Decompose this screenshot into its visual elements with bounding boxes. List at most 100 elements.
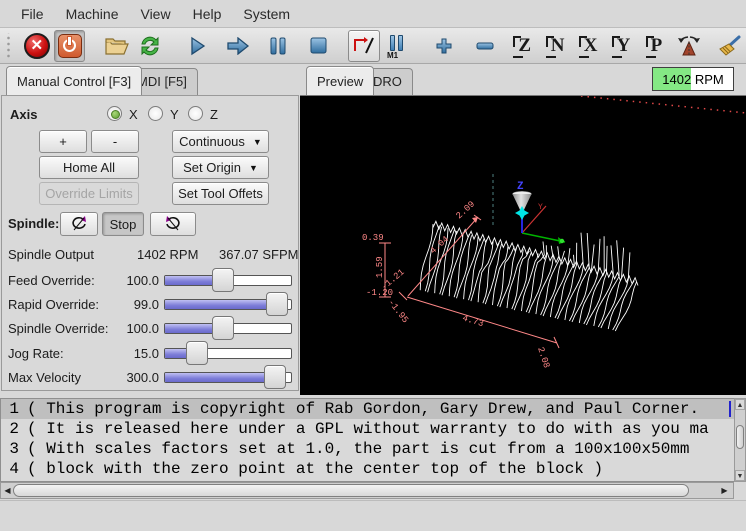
axis-label: Axis <box>10 107 37 122</box>
view-side-button[interactable]: X <box>575 30 606 62</box>
spindle-stop-button[interactable]: Stop <box>102 212 144 236</box>
jog-rate-slider[interactable] <box>164 341 292 365</box>
toolpath-pass <box>497 247 514 307</box>
manual-control-panel: Axis X Y Z + - Continuous▼ Home All Set … <box>1 95 299 391</box>
line-number: 2 <box>1 419 19 439</box>
gcode-line[interactable]: 3( With scales factors set at 1.0, the p… <box>1 439 734 459</box>
power-icon <box>58 34 82 58</box>
text-caret <box>729 401 731 417</box>
tab-manual-control[interactable]: Manual Control [F3] <box>6 66 142 95</box>
spindle-override-label: Spindle Override: <box>8 321 108 336</box>
open-file-button[interactable] <box>102 30 133 62</box>
menu-help[interactable]: Help <box>182 2 233 26</box>
menu-system[interactable]: System <box>232 2 301 26</box>
scroll-right-arrow-icon[interactable]: ▶ <box>718 484 731 497</box>
menu-file[interactable]: File <box>10 2 55 26</box>
left-tabstrip: Manual Control [F3] MDI [F5] <box>0 64 300 95</box>
rotate-view-icon <box>676 34 702 58</box>
zoom-in-button[interactable] <box>429 30 460 62</box>
estop-icon: ✕ <box>24 33 50 59</box>
run-button[interactable] <box>182 30 213 62</box>
line-number: 4 <box>1 459 19 479</box>
toolpath-pass <box>478 241 493 302</box>
gcode-line[interactable]: 1( This program is copyright of Rab Gord… <box>1 399 734 419</box>
status-bar <box>0 500 746 531</box>
view-perspective-button[interactable]: P <box>641 30 672 62</box>
rpm-meter-text: 1402 RPM <box>653 68 733 90</box>
slider-handle[interactable] <box>212 268 234 292</box>
feed-override-value: 100.0 <box>117 273 159 288</box>
view-rotated-top-button[interactable]: N <box>542 30 573 62</box>
chevron-down-icon: ▼ <box>249 163 258 173</box>
optional-stop-m1-button[interactable]: M1 <box>382 30 413 62</box>
set-origin-dropdown[interactable]: Set Origin▼ <box>172 156 269 179</box>
view-top-button[interactable]: Z <box>509 30 540 62</box>
machine-power-button[interactable] <box>54 30 85 62</box>
view-front-icon: Y <box>614 35 634 57</box>
spindle-cw-button[interactable] <box>150 212 196 236</box>
slider-handle[interactable] <box>186 341 208 365</box>
jog-plus-button[interactable]: + <box>39 130 87 153</box>
toolpath-pass <box>457 235 472 298</box>
skip-lines-toggle-button[interactable] <box>348 30 379 62</box>
clear-plot-button[interactable] <box>714 30 745 62</box>
jog-mode-dropdown[interactable]: Continuous▼ <box>172 130 269 153</box>
x-axis-dot <box>560 239 564 243</box>
gcode-line[interactable]: 4( block with the zero point at the cent… <box>1 459 734 479</box>
set-tool-offsets-button[interactable]: Set Tool Offets <box>172 182 269 205</box>
view-rotated-top-icon: N <box>548 35 568 57</box>
rotate-view-button[interactable] <box>674 30 705 62</box>
toolpath-pass <box>464 237 479 300</box>
line-number: 1 <box>1 399 19 419</box>
stop-icon <box>310 37 327 54</box>
view-top-icon: Z <box>515 35 534 57</box>
line-text: ( block with the zero point at the cente… <box>19 459 734 479</box>
zoom-out-button[interactable] <box>469 30 500 62</box>
y-axis-label: Y <box>538 203 543 212</box>
jog-minus-button[interactable]: - <box>91 130 139 153</box>
slider-handle[interactable] <box>266 292 288 316</box>
dimension-label: -1.95 <box>386 298 411 325</box>
spindle-ccw-icon <box>70 216 88 232</box>
toolbar-gripper[interactable] <box>4 33 13 59</box>
menu-machine[interactable]: Machine <box>55 2 130 26</box>
reload-button[interactable] <box>135 30 166 62</box>
estop-button[interactable]: ✕ <box>21 30 52 62</box>
max-velocity-slider[interactable] <box>164 365 292 389</box>
preview-notebook: Preview DRO 1402 RPM <box>300 64 746 398</box>
axis-y-radio[interactable] <box>148 106 163 121</box>
rapid-override-slider[interactable] <box>164 292 292 316</box>
preview-3d-canvas[interactable]: 0.391.59-1.20-1.21-1.954.042.094.732.08 … <box>300 95 746 395</box>
line-number: 3 <box>1 439 19 459</box>
axis-z-radio[interactable] <box>188 106 203 121</box>
gcode-line[interactable]: 2( It is released here under a GPL witho… <box>1 419 734 439</box>
menu-view[interactable]: View <box>129 2 181 26</box>
gcode-horizontal-scrollbar[interactable]: ◀ ▶ <box>0 482 734 499</box>
view-front-button[interactable]: Y <box>608 30 639 62</box>
pause-button[interactable] <box>263 30 294 62</box>
spindle-ccw-button[interactable] <box>60 212 98 236</box>
toolpath-pass <box>572 245 594 323</box>
override-limits-button[interactable]: Override Limits <box>39 182 139 205</box>
feed-override-slider[interactable] <box>164 268 292 292</box>
spindle-override-slider[interactable] <box>164 316 292 340</box>
scroll-down-arrow-icon[interactable]: ▼ <box>735 470 745 481</box>
max-velocity-value: 300.0 <box>117 370 159 385</box>
feed-override-label: Feed Override: <box>8 273 95 288</box>
slider-handle[interactable] <box>212 316 234 340</box>
linuxcnc-axis-window: File Machine View Help System ✕ <box>0 0 746 531</box>
gcode-listing[interactable]: 1( This program is copyright of Rab Gord… <box>0 398 734 482</box>
tab-preview[interactable]: Preview <box>306 66 374 95</box>
dimension-label: 2.08 <box>535 346 551 370</box>
slider-handle[interactable] <box>264 365 286 389</box>
gcode-vertical-scrollbar[interactable]: ▲ ▼ <box>734 398 746 482</box>
vscroll-thumb[interactable] <box>736 425 744 449</box>
scroll-up-arrow-icon[interactable]: ▲ <box>735 399 745 410</box>
axis-x-radio[interactable] <box>107 106 122 121</box>
stop-button[interactable] <box>303 30 334 62</box>
max-velocity-label: Max Velocity <box>8 370 81 385</box>
step-button[interactable] <box>222 30 253 62</box>
rapid-override-value: 99.0 <box>117 297 159 312</box>
hscroll-thumb[interactable] <box>13 484 689 497</box>
home-all-button[interactable]: Home All <box>39 156 139 179</box>
